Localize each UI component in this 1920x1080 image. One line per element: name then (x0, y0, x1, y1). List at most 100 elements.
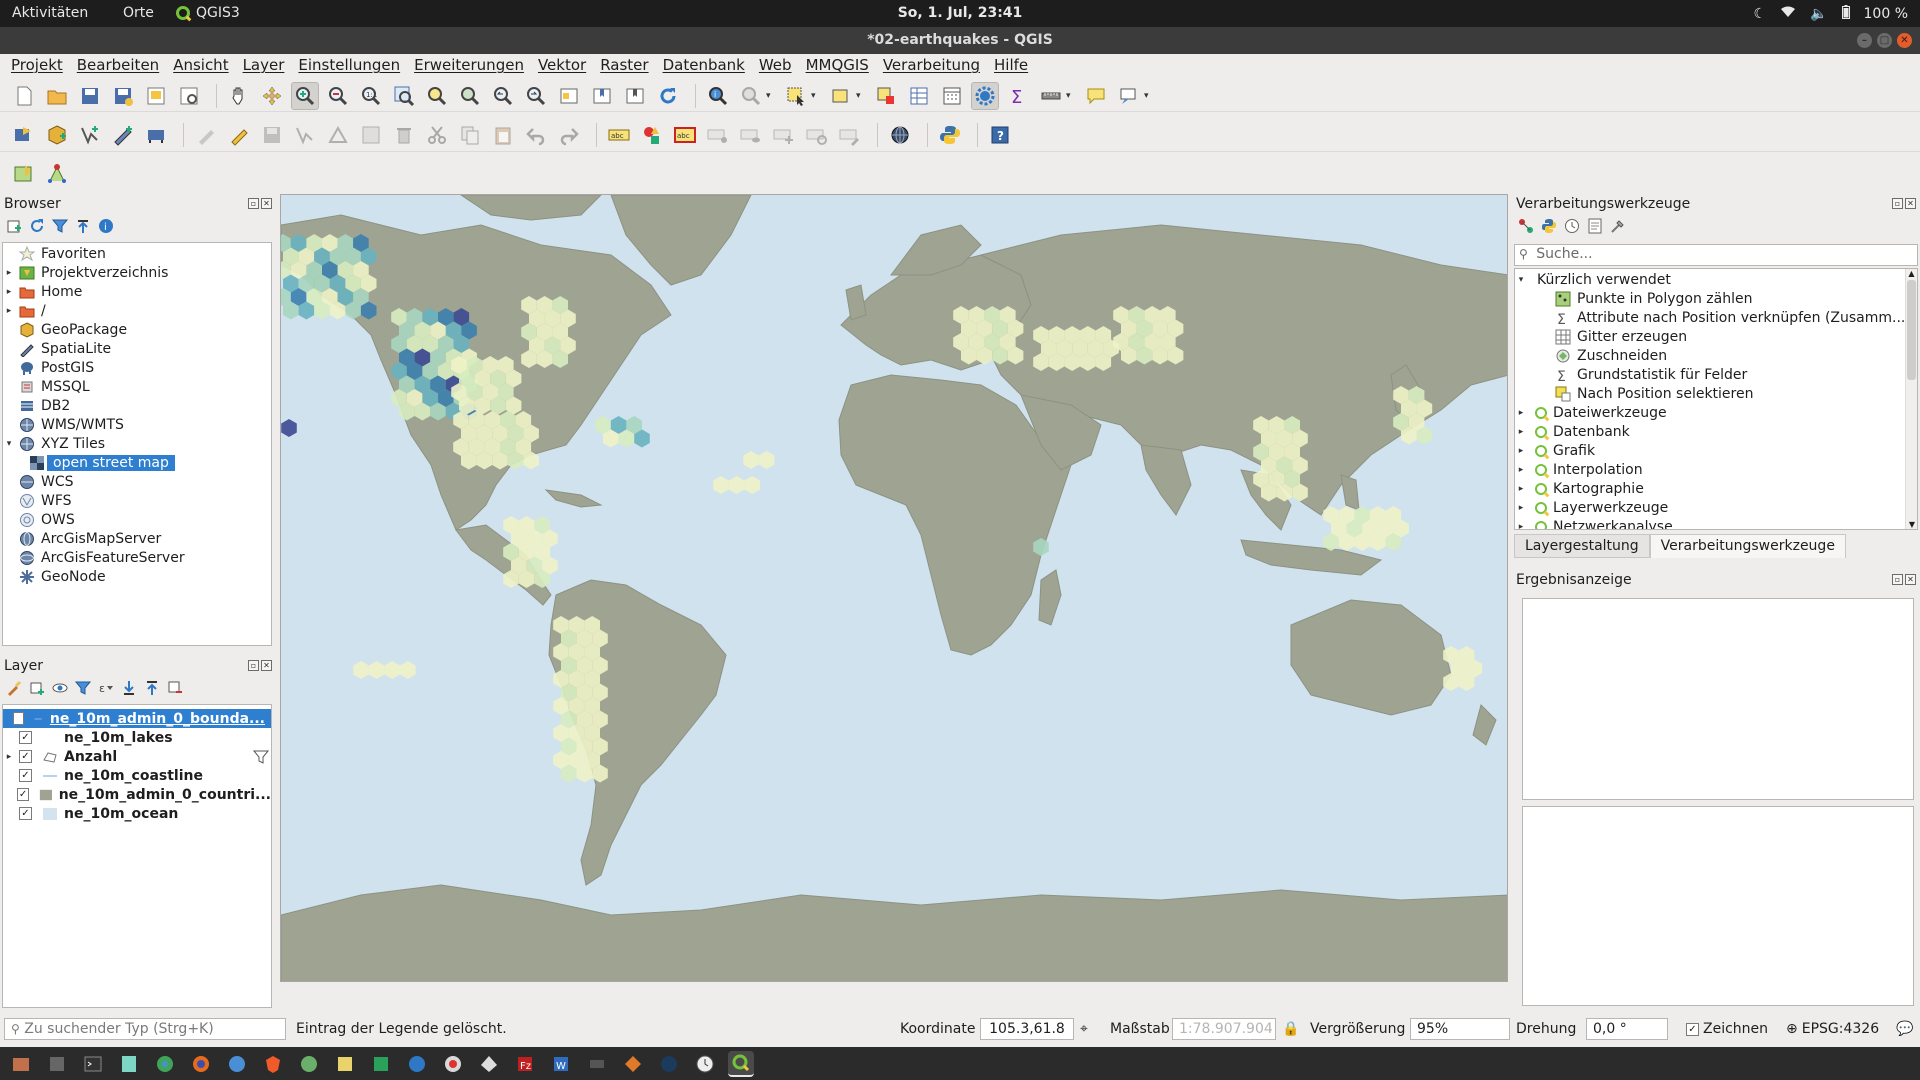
browser-item-wcs[interactable]: WCS (3, 472, 271, 491)
add-feature-icon[interactable] (291, 121, 319, 149)
add-selected-layers-icon[interactable] (6, 218, 22, 234)
processing-group-interpolation[interactable]: ▸ Interpolation (1515, 460, 1917, 479)
mmqgis-geocode-icon[interactable] (10, 160, 38, 188)
zoom-to-selection-icon[interactable] (423, 82, 451, 110)
new-spatialite-icon[interactable] (109, 121, 137, 149)
browser-item-root[interactable]: ▸ / (3, 301, 271, 320)
tab-layergestaltung[interactable]: Layergestaltung (1514, 534, 1650, 558)
layer-visibility-checkbox[interactable]: ✓ (17, 788, 29, 801)
zoom-native-icon[interactable]: 1:1 (357, 82, 385, 110)
brave-icon[interactable] (260, 1051, 286, 1077)
identify-features-icon[interactable]: i (704, 82, 732, 110)
statistical-summary-icon[interactable]: Σ (1004, 82, 1032, 110)
processing-group-dateiwerkzeuge[interactable]: ▸ Dateiwerkzeuge (1515, 403, 1917, 422)
text-editor-icon[interactable] (116, 1051, 142, 1077)
globe-app-icon[interactable] (296, 1051, 322, 1077)
processing-recent-item[interactable]: Punkte in Polygon zählen (1515, 289, 1917, 308)
processing-group-kartographie[interactable]: ▸ Kartographie (1515, 479, 1917, 498)
scrollbar-down-icon[interactable]: ▼ (1906, 520, 1917, 529)
python-console-icon[interactable] (936, 121, 964, 149)
save-project-icon[interactable] (76, 82, 104, 110)
collapse-all-icon[interactable] (75, 218, 91, 234)
run-feature-action-icon[interactable] (737, 82, 765, 110)
browser-item-home[interactable]: ▸ Home (3, 282, 271, 301)
chat-icon[interactable] (440, 1051, 466, 1077)
data-source-manager-icon[interactable] (10, 121, 38, 149)
new-print-layout-icon[interactable] (142, 82, 170, 110)
layer-visibility-checkbox[interactable]: ✓ (19, 769, 32, 782)
archive-icon[interactable] (44, 1051, 70, 1077)
browser-item-favoriten[interactable]: Favoriten (3, 244, 271, 263)
menu-web[interactable]: Web (752, 54, 799, 78)
show-hide-labels-icon[interactable] (737, 121, 765, 149)
menu-datenbank[interactable]: Datenbank (656, 54, 752, 78)
menu-ansicht[interactable]: Ansicht (166, 54, 235, 78)
scale-combobox[interactable]: 1:78.907.904 (1172, 1018, 1276, 1040)
close-panel-icon[interactable]: ✕ (1905, 574, 1916, 585)
field-calculator-icon[interactable] (938, 82, 966, 110)
style-panel-icon[interactable] (6, 680, 22, 696)
attribute-table-icon[interactable] (905, 82, 933, 110)
browser-item-postgis[interactable]: PostGIS (3, 358, 271, 377)
deselect-all-icon[interactable] (872, 82, 900, 110)
menu-raster[interactable]: Raster (593, 54, 655, 78)
collapse-all-layers-icon[interactable] (144, 680, 160, 696)
menu-projekt[interactable]: Projekt (4, 54, 70, 78)
zoom-last-icon[interactable] (489, 82, 517, 110)
layer-item-anzahl[interactable]: ▸ ✓ Anzahl (3, 747, 271, 766)
firefox-icon[interactable] (188, 1051, 214, 1077)
layer-item-ocean[interactable]: ✓ ne_10m_ocean (3, 804, 271, 823)
mmqgis-hub-icon[interactable] (43, 160, 71, 188)
layer-filter-icon[interactable] (253, 749, 269, 765)
new-shapefile-icon[interactable] (76, 121, 104, 149)
browser-item-xyz-tiles[interactable]: ▾ XYZ Tiles (3, 434, 271, 453)
browser-item-mssql[interactable]: MSSQL (3, 377, 271, 396)
maximize-icon[interactable]: □ (1877, 33, 1892, 48)
processing-recent-item[interactable]: Σ Attribute nach Position verknüpfen (Zu… (1515, 308, 1917, 327)
remove-layer-icon[interactable] (167, 680, 183, 696)
manage-visibility-icon[interactable] (52, 680, 68, 696)
options-icon[interactable] (1610, 218, 1626, 234)
float-panel-icon[interactable]: ▫ (248, 660, 259, 671)
chrome-icon[interactable] (152, 1051, 178, 1077)
processing-recent-item[interactable]: Nach Position selektieren (1515, 384, 1917, 403)
cut-features-icon[interactable] (423, 121, 451, 149)
minimize-icon[interactable]: – (1857, 33, 1872, 48)
crs-button[interactable]: ⊕ EPSG:4326 (1786, 1021, 1879, 1037)
float-panel-icon[interactable]: ▫ (1892, 198, 1903, 209)
scrollbar-thumb[interactable] (1907, 280, 1916, 380)
lock-scale-icon[interactable]: 🔒 (1282, 1021, 1299, 1037)
qgis-taskbar-icon[interactable] (728, 1050, 754, 1077)
tab-verarbeitungswerkzeuge[interactable]: Verarbeitungswerkzeuge (1649, 534, 1846, 558)
rotate-label-icon[interactable] (803, 121, 831, 149)
menu-vektor[interactable]: Vektor (531, 54, 593, 78)
highlight-pinned-labels-icon[interactable]: abc (671, 121, 699, 149)
layer-item-admin-countries[interactable]: ✓ ne_10m_admin_0_countri... (3, 785, 271, 804)
modify-attributes-icon[interactable] (357, 121, 385, 149)
float-panel-icon[interactable]: ▫ (248, 198, 259, 209)
maps-icon[interactable] (368, 1051, 394, 1077)
browser-item-spatialite[interactable]: SpatiaLite (3, 339, 271, 358)
undo-icon[interactable] (522, 121, 550, 149)
thunderbird-icon[interactable] (224, 1051, 250, 1077)
processing-group-datenbank[interactable]: ▸ Datenbank (1515, 422, 1917, 441)
close-panel-icon[interactable]: ✕ (261, 660, 272, 671)
browser-item-projektverzeichnis[interactable]: ▸ Projektverzeichnis (3, 263, 271, 282)
select-by-value-icon[interactable] (827, 82, 855, 110)
browser-item-wfs[interactable]: WFS (3, 491, 271, 510)
filezilla-icon[interactable]: Fz (512, 1051, 538, 1077)
word-icon[interactable]: W (548, 1051, 574, 1077)
new-map-view-icon[interactable] (555, 82, 583, 110)
plugin-globe-icon[interactable] (886, 121, 914, 149)
show-bookmarks-icon[interactable] (621, 82, 649, 110)
label-toolbar-icon[interactable]: abc (605, 121, 633, 149)
browser-item-db2[interactable]: DB2 (3, 396, 271, 415)
window-title-bar[interactable]: *02-earthquakes - QGIS – □ ✕ (0, 27, 1920, 54)
move-label-icon[interactable] (770, 121, 798, 149)
zoom-in-icon[interactable] (291, 81, 319, 110)
processing-group-grafik[interactable]: ▸ Grafik (1515, 441, 1917, 460)
locator-search-input[interactable]: ⚲ Zu suchender Typ (Strg+K) (4, 1018, 286, 1040)
notes-icon[interactable] (332, 1051, 358, 1077)
zoom-out-icon[interactable] (324, 82, 352, 110)
inkscape-icon[interactable] (476, 1051, 502, 1077)
